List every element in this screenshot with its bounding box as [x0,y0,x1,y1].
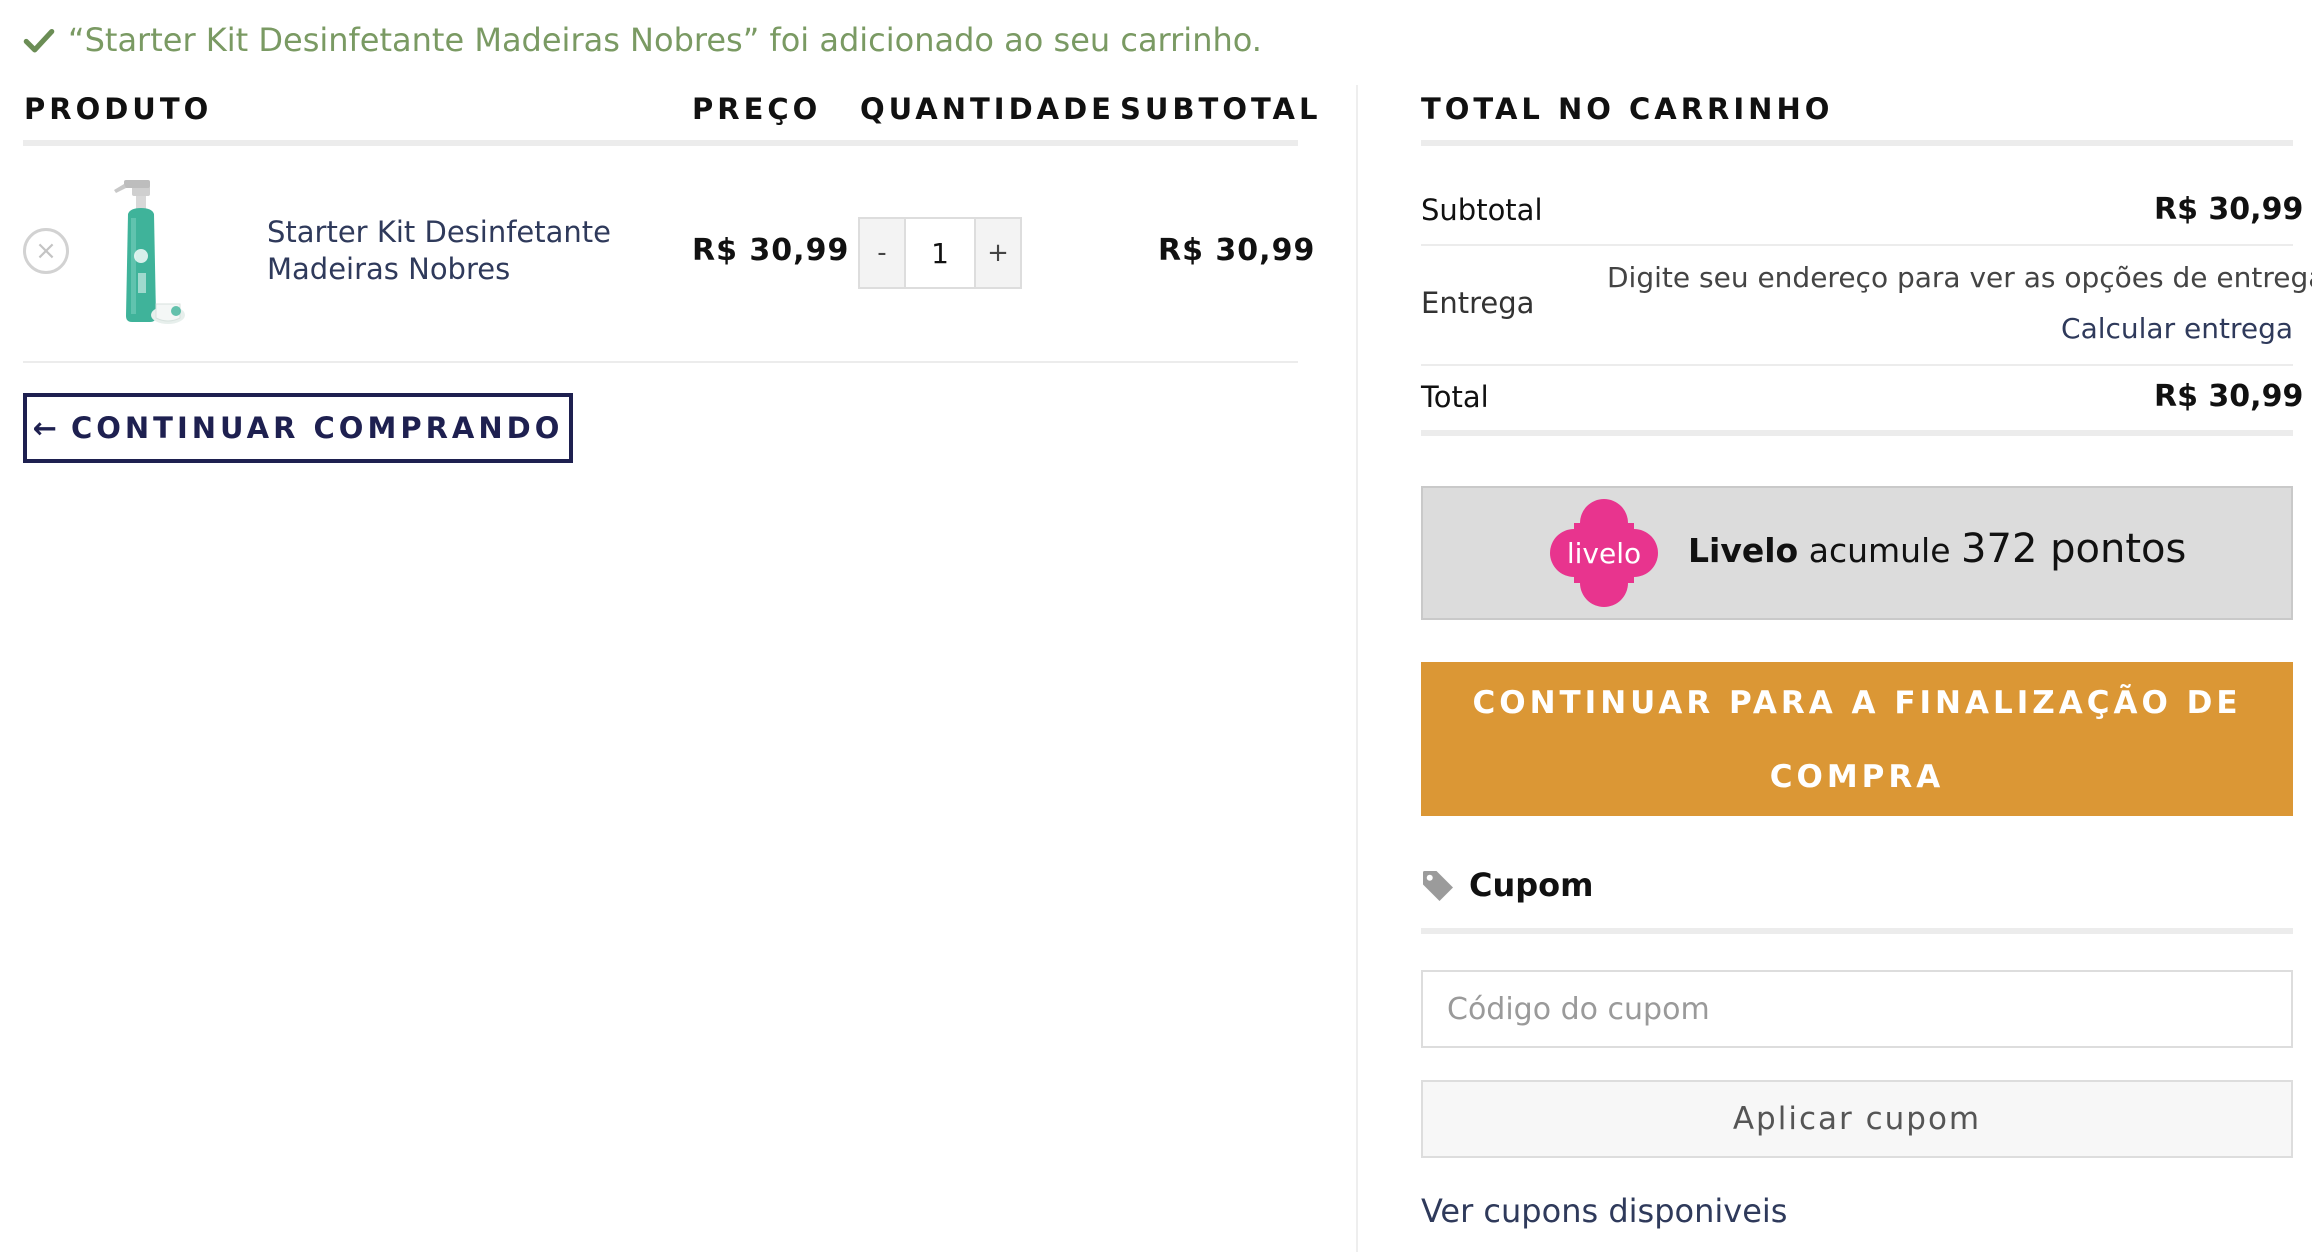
product-row-divider [23,361,1298,363]
quantity-input[interactable]: 1 [904,219,976,287]
quantity-stepper: - 1 + [858,217,1022,289]
product-thumbnail[interactable] [110,178,210,328]
coupon-code-input[interactable] [1421,970,2293,1048]
table-header-divider [23,140,1298,146]
livelo-logo-text: livelo [1567,537,1641,570]
livelo-brand: Livelo [1688,531,1799,570]
proceed-to-checkout-button[interactable]: CONTINUAR PARA A FINALIZAÇÃO DE COMPRA [1421,662,2293,816]
apply-coupon-button[interactable]: Aplicar cupom [1421,1080,2293,1158]
cart-added-notice: “Starter Kit Desinfetante Madeiras Nobre… [22,18,1262,62]
coupon-divider [1421,928,2293,934]
livelo-accumulate: acumule [1808,531,1951,570]
check-icon [23,28,55,53]
cart-totals-title: TOTAL NO CARRINHO [1421,92,1834,126]
close-icon: × [35,236,57,266]
totals-bottom-divider [1421,430,2293,436]
tag-icon [1423,871,1453,901]
subtotal-label: Subtotal [1421,193,1543,227]
header-quantity: QUANTIDADE [860,92,1115,126]
quantity-increase-button[interactable]: + [976,219,1020,287]
coupon-title: Cupom [1469,866,1594,904]
shipping-divider [1421,364,2293,366]
remove-item-button[interactable]: × [23,228,69,274]
header-product: PRODUTO [24,92,213,126]
shipping-info: Digite seu endereço para ver as opções d… [1607,261,2312,294]
product-subtotal: R$ 30,99 [1158,233,1316,268]
subtotal-divider [1421,244,2293,246]
quantity-decrease-button[interactable]: - [860,219,904,287]
total-value: R$ 30,99 [2154,379,2304,414]
livelo-points-text: Livelo acumule 372 pontos [1688,526,2186,572]
calculate-shipping-link[interactable]: Calcular entrega [1900,312,2293,345]
livelo-logo-icon: livelo [1550,499,1658,607]
product-price: R$ 30,99 [692,233,850,268]
continue-shopping-button[interactable]: ← CONTINUAR COMPRANDO [23,393,573,463]
continue-shopping-label: CONTINUAR COMPRANDO [70,411,564,445]
livelo-points: 372 pontos [1961,526,2187,572]
total-label: Total [1421,380,1489,414]
column-divider [1356,85,1358,1252]
shipping-label: Entrega [1421,286,1535,320]
subtotal-value: R$ 30,99 [2154,192,2304,227]
totals-header-divider [1421,140,2293,146]
view-coupons-link[interactable]: Ver cupons disponiveis [1421,1192,1787,1230]
header-price: PREÇO [692,92,822,126]
arrow-left-icon: ← [32,411,57,445]
product-name-link[interactable]: Starter Kit Desinfetante Madeiras Nobres [267,214,637,288]
header-subtotal: SUBTOTAL [1120,92,1322,126]
notice-text: “Starter Kit Desinfetante Madeiras Nobre… [68,21,1262,59]
